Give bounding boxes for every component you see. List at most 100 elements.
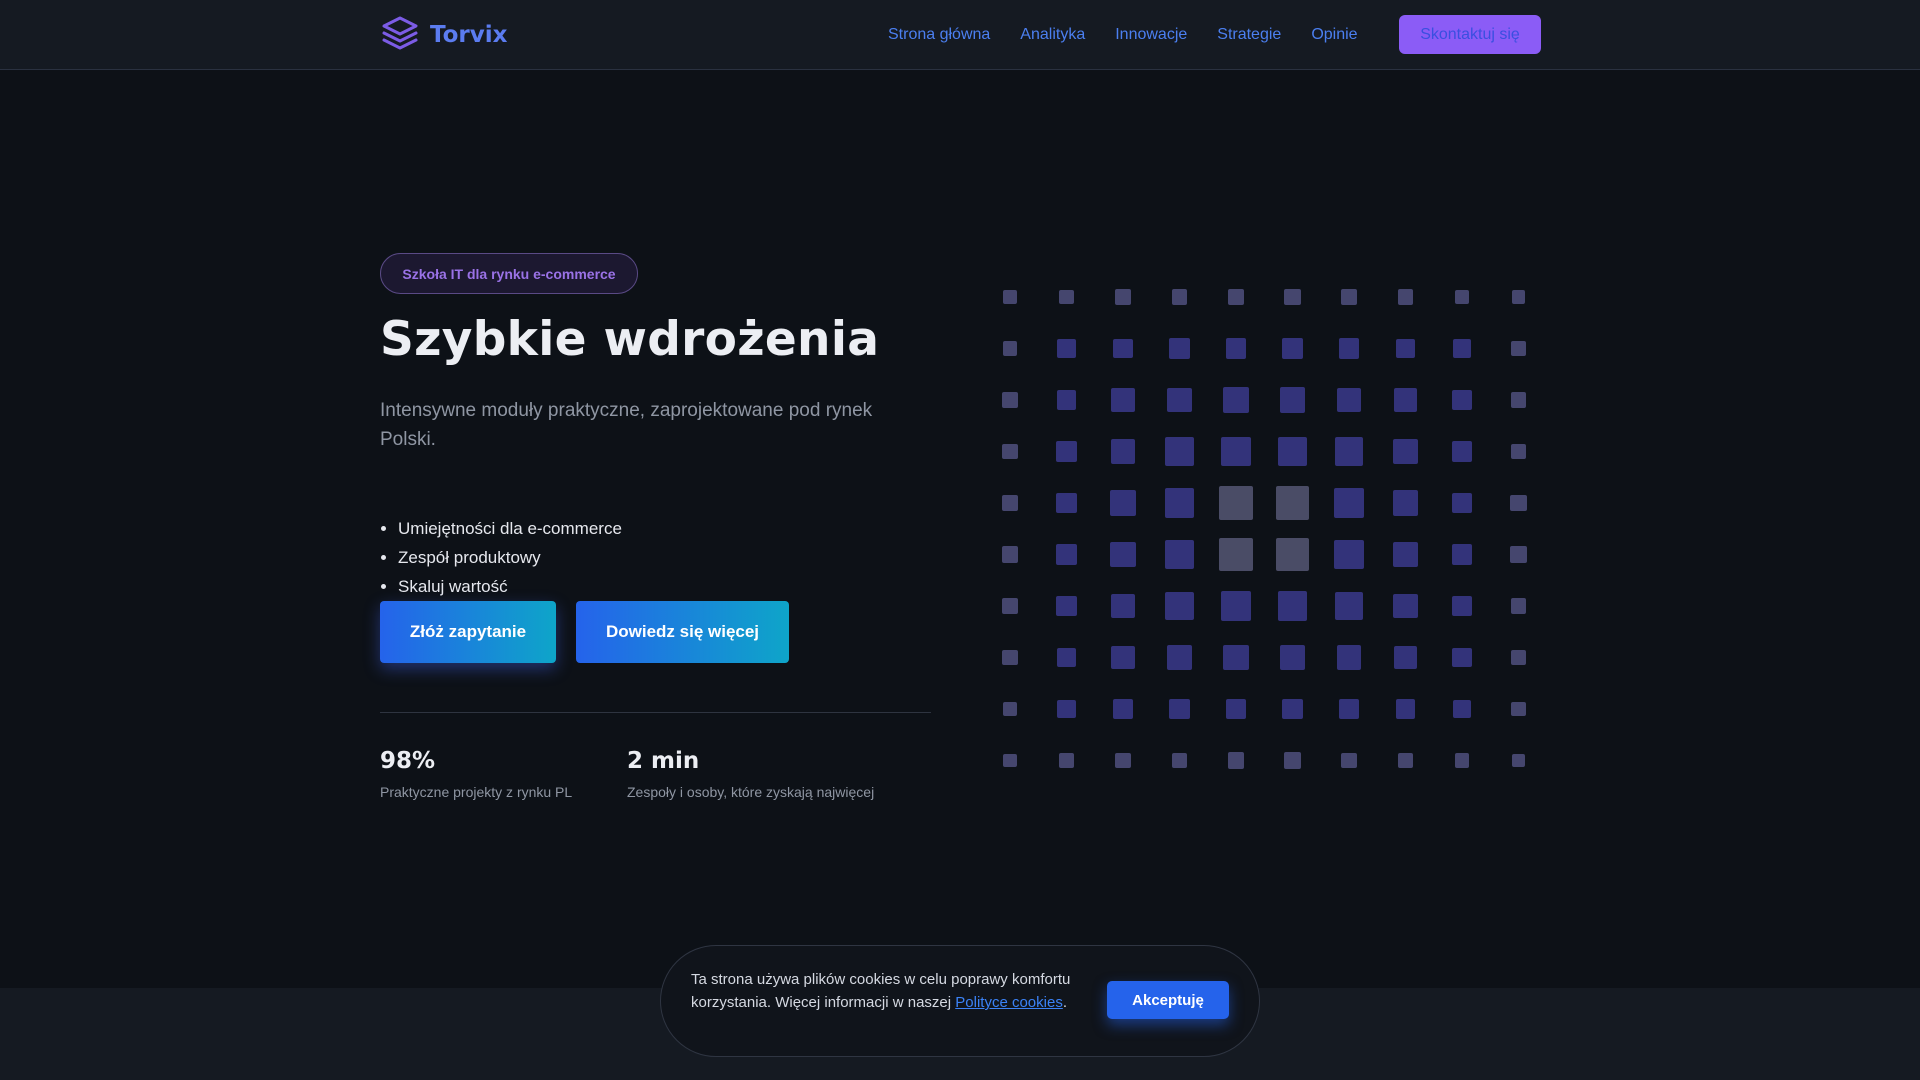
grid-square <box>1111 645 1135 670</box>
brand-name: Torvix <box>430 22 508 48</box>
grid-square <box>1282 698 1303 720</box>
grid-square <box>1334 437 1364 466</box>
grid-square <box>1336 387 1362 413</box>
grid-square <box>1393 439 1418 464</box>
grid-square <box>1225 338 1247 359</box>
grid-square <box>1397 289 1414 305</box>
grid-square <box>1057 339 1076 358</box>
list-item: Zespół produktowy <box>398 543 622 572</box>
grid-square <box>1057 699 1076 719</box>
grid-square <box>1165 591 1194 621</box>
grid-square <box>1110 541 1136 568</box>
feature-list: Umiejętności dla e-commerce Zespół produ… <box>398 514 622 601</box>
grid-square <box>1451 595 1473 617</box>
grid-square <box>1511 341 1526 356</box>
grid-square <box>1284 288 1301 306</box>
grid-square <box>1001 494 1019 512</box>
grid-square <box>1454 753 1470 768</box>
layers-icon <box>380 13 420 58</box>
grid-square <box>1223 387 1249 413</box>
grid-square <box>1059 753 1074 768</box>
grid-square <box>1219 537 1253 572</box>
stat-label: Zespoły i osoby, które zyskają najwięcej <box>627 784 875 800</box>
site-header: Torvix Strona główna Analityka Innowacje… <box>0 0 1920 70</box>
grid-square <box>1510 546 1527 563</box>
grid-square <box>1395 338 1416 359</box>
grid-square <box>1393 388 1418 412</box>
grid-square <box>1167 645 1192 670</box>
stat-value: 2 min <box>627 748 700 774</box>
contact-button[interactable]: Skontaktuj się <box>1399 15 1541 54</box>
grid-square <box>1110 593 1136 619</box>
grid-square <box>1056 647 1077 668</box>
nav-item-home[interactable]: Strona główna <box>888 26 990 44</box>
grid-square <box>1167 387 1192 413</box>
grid-square <box>1451 492 1473 514</box>
grid-square <box>1338 338 1360 359</box>
accept-cookies-button[interactable]: Akceptuję <box>1107 981 1229 1019</box>
grid-square <box>1113 338 1133 359</box>
nav-item-analytics[interactable]: Analityka <box>1020 26 1085 44</box>
grid-square <box>1225 698 1247 720</box>
grid-square <box>1056 492 1077 514</box>
list-item: Umiejętności dla e-commerce <box>398 514 622 543</box>
grid-square <box>1171 752 1188 769</box>
grid-square <box>1059 289 1074 305</box>
grid-square <box>1338 698 1360 720</box>
inquiry-button[interactable]: Złóż zapytanie <box>380 601 556 663</box>
grid-square <box>1165 437 1194 466</box>
grid-square <box>1219 486 1253 520</box>
grid-square <box>1221 436 1251 467</box>
grid-square <box>1451 441 1473 462</box>
hero-subtitle: Intensywne moduły praktyczne, zaprojekto… <box>380 400 873 450</box>
grid-square <box>1171 289 1188 305</box>
grid-square <box>1510 494 1527 512</box>
grid-square <box>1392 490 1419 516</box>
grid-square <box>1510 443 1527 460</box>
grid-square <box>1002 701 1018 717</box>
grid-square <box>1115 752 1131 769</box>
nav-item-innovations[interactable]: Innowacje <box>1115 26 1187 44</box>
decorative-square-grid <box>990 277 1550 777</box>
grid-square <box>1227 752 1245 769</box>
grid-square <box>1334 539 1364 570</box>
grid-square <box>1511 701 1526 717</box>
grid-square <box>1334 591 1364 621</box>
grid-square <box>1279 387 1306 413</box>
grid-square <box>1397 752 1414 769</box>
grid-square <box>1002 443 1018 460</box>
grid-square <box>1227 288 1245 306</box>
nav-item-strategies[interactable]: Strategie <box>1217 26 1281 44</box>
grid-square <box>1277 436 1308 467</box>
grid-square <box>1282 338 1303 359</box>
nav-item-reviews[interactable]: Opinie <box>1311 26 1357 44</box>
list-item: Skaluj wartość <box>398 572 622 601</box>
cookie-text: Ta strona używa plików cookies w celu po… <box>691 968 1101 1014</box>
grid-square <box>1277 591 1308 621</box>
grid-square <box>1056 544 1077 565</box>
stat-value: 98% <box>380 748 436 774</box>
hero-badge: Szkoła IT dla rynku e-commerce <box>380 253 638 294</box>
cookie-banner: Ta strona używa plików cookies w celu po… <box>660 945 1260 1057</box>
grid-square <box>1452 699 1472 719</box>
grid-square <box>1001 546 1019 563</box>
grid-square <box>1110 490 1136 516</box>
learn-more-button[interactable]: Dowiedz się więcej <box>576 601 789 663</box>
stat-label: Praktyczne projekty z rynku PL <box>380 784 573 800</box>
grid-square <box>1002 598 1018 614</box>
grid-square <box>1284 752 1301 769</box>
cookie-policy-link[interactable]: Polityce cookies <box>955 994 1063 1011</box>
brand-logo-link[interactable]: Torvix <box>380 14 508 56</box>
grid-square <box>1279 644 1306 671</box>
grid-square <box>1115 289 1131 305</box>
grid-square <box>1393 645 1418 670</box>
grid-square <box>1511 753 1526 768</box>
grid-square <box>1510 392 1527 408</box>
grid-square <box>1002 392 1018 408</box>
hero-title: Szybkie wdrożenia <box>380 312 880 367</box>
grid-square <box>1510 598 1527 614</box>
grid-square <box>1393 593 1418 619</box>
grid-square <box>1334 488 1364 518</box>
grid-square <box>1169 338 1190 359</box>
grid-square <box>1275 486 1310 520</box>
